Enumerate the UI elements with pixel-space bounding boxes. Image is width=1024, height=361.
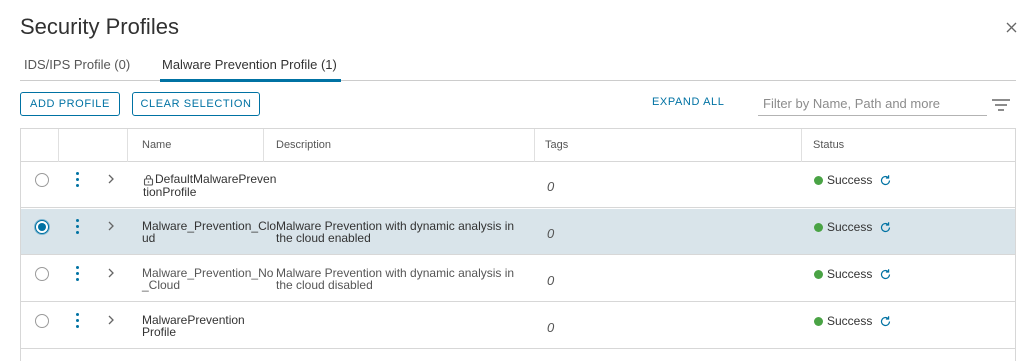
row-tags[interactable]: 0: [547, 226, 554, 241]
row-select-radio[interactable]: [35, 173, 49, 187]
column-header-status[interactable]: Status: [800, 129, 844, 162]
row-select-radio[interactable]: [35, 267, 49, 281]
refresh-icon[interactable]: [879, 221, 892, 234]
status-dot: [814, 222, 823, 232]
row-status: Success: [814, 267, 892, 281]
table-row[interactable]: Malware_Prevention_No_Cloud Malware Prev…: [21, 256, 1015, 302]
expand-all-button[interactable]: EXPAND ALL: [652, 96, 724, 108]
table-row[interactable]: MalwarePrevention Profile 0 Success: [21, 303, 1015, 349]
row-select-radio[interactable]: [35, 314, 49, 328]
row-name: Malware_Prevention_No_Cloud: [142, 266, 274, 292]
column-header-name[interactable]: Name: [129, 129, 171, 162]
refresh-icon[interactable]: [879, 315, 892, 328]
row-name: DefaultMalwarePreventionProfile: [143, 173, 278, 198]
status-text: Success: [827, 173, 873, 187]
row-status: Success: [814, 314, 892, 328]
row-status: Success: [814, 220, 892, 234]
chevron-right-icon[interactable]: [106, 219, 116, 233]
status-text: Success: [827, 220, 873, 234]
kebab-menu-icon[interactable]: [73, 265, 83, 283]
refresh-icon[interactable]: [879, 174, 892, 187]
table-header: Name Description Tags Status: [21, 129, 1015, 162]
status-dot: [814, 316, 823, 326]
row-description: Malware Prevention with dynamic analysis…: [276, 219, 515, 245]
status-dot: [814, 175, 823, 185]
row-tags[interactable]: 0: [547, 179, 554, 194]
filter-icon[interactable]: [991, 98, 1011, 112]
column-header-tags[interactable]: Tags: [532, 129, 568, 162]
table-row[interactable]: DefaultMalwarePreventionProfile 0 Succes…: [21, 162, 1015, 208]
profile-tabs: IDS/IPS Profile (0) Malware Prevention P…: [20, 57, 1016, 82]
kebab-menu-icon[interactable]: [73, 171, 83, 189]
row-tags[interactable]: 0: [547, 273, 554, 288]
row-status: Success: [814, 173, 892, 187]
column-header-description[interactable]: Description: [263, 129, 331, 162]
status-text: Success: [827, 314, 873, 328]
row-name: MalwarePrevention Profile: [142, 313, 245, 339]
row-select-radio[interactable]: [35, 220, 49, 234]
clear-selection-button[interactable]: CLEAR SELECTION: [132, 92, 260, 116]
page-title: Security Profiles: [20, 14, 179, 39]
close-icon[interactable]: [1004, 20, 1020, 36]
row-description: Malware Prevention with dynamic analysis…: [276, 266, 515, 292]
status-text: Success: [827, 267, 873, 281]
kebab-menu-icon[interactable]: [73, 312, 83, 330]
table-row[interactable]: Malware_Prevention_Cloud Malware Prevent…: [21, 209, 1015, 255]
add-profile-button[interactable]: ADD PROFILE: [20, 92, 120, 116]
status-dot: [814, 269, 823, 279]
refresh-icon[interactable]: [879, 268, 892, 281]
row-tags[interactable]: 0: [547, 320, 554, 335]
profiles-table: Name Description Tags Status DefaultMalw…: [20, 128, 1016, 361]
kebab-menu-icon[interactable]: [73, 218, 83, 236]
chevron-right-icon[interactable]: [106, 266, 116, 280]
tab-ids-ips-profile[interactable]: IDS/IPS Profile (0): [24, 57, 130, 81]
chevron-right-icon[interactable]: [106, 313, 116, 327]
tab-malware-prevention-profile[interactable]: Malware Prevention Profile (1): [160, 57, 341, 82]
row-name-text: DefaultMalwarePreventionProfile: [143, 172, 277, 199]
filter-input[interactable]: [758, 92, 987, 116]
chevron-right-icon[interactable]: [106, 172, 116, 186]
row-name: Malware_Prevention_Cloud: [142, 219, 277, 245]
